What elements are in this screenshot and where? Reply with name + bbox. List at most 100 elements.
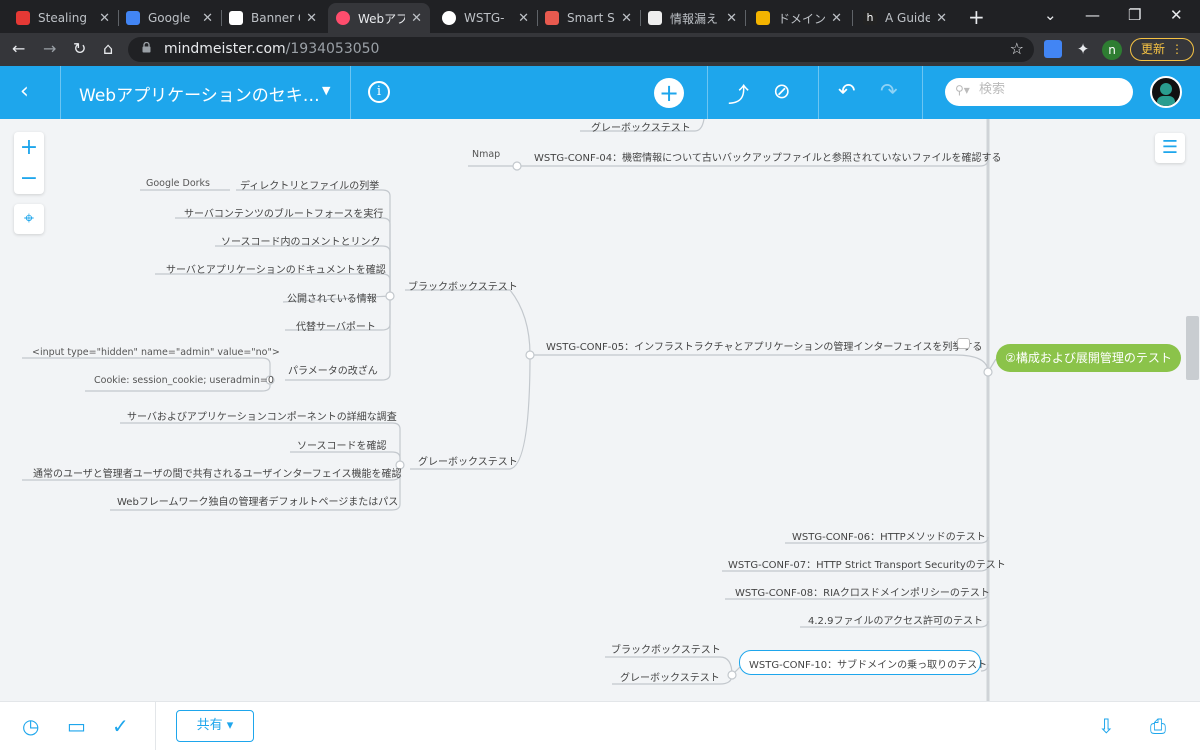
center-map-button[interactable]: ⌖ — [14, 204, 44, 234]
mindmap-topic[interactable]: 代替サーバポート — [296, 318, 376, 333]
mindmap-topic[interactable]: WSTG-CONF-08：RIAクロスドメインポリシーのテスト — [735, 584, 990, 599]
tab-close-icon[interactable]: ✕ — [411, 11, 422, 26]
home-icon[interactable]: ⌂ — [103, 39, 113, 58]
mindmap-topic[interactable]: 公開されている情報 — [287, 290, 377, 305]
user-avatar[interactable] — [1150, 76, 1182, 108]
mindmap-topic[interactable]: 4.2.9ファイルのアクセス許可のテスト — [808, 612, 983, 627]
address-bar[interactable]: mindmeister.com/1934053050 ☆ — [128, 37, 1034, 62]
bottom-toolbar: ◷ ▭ ✓ 共有 ▾ ⇩ ⎙ — [0, 701, 1200, 750]
back-arrow-icon[interactable]: ← — [12, 39, 25, 58]
back-chevron-icon[interactable]: ‹ — [20, 79, 29, 104]
mindmap-topic[interactable]: ブラックボックステスト — [408, 278, 518, 293]
mindmap-topic[interactable]: サーバおよびアプリケーションコンポーネントの詳細な調査 — [127, 408, 397, 423]
map-title[interactable]: Webアプリケーションのセキ… — [79, 81, 320, 106]
header-divider — [922, 66, 923, 119]
tab-close-icon[interactable]: ✕ — [621, 11, 632, 26]
update-button[interactable]: 更新 ⋮ — [1130, 38, 1195, 61]
browser-tab[interactable]: 情報漏え ✕ — [640, 3, 745, 33]
history-icon[interactable]: ◷ — [22, 714, 39, 738]
mindmap-topic[interactable]: グレーボックステスト — [620, 669, 720, 684]
mindmap-topic[interactable]: Webフレームワーク独自の管理者デフォルトページまたはパス — [117, 493, 398, 508]
restore-icon[interactable]: ❐ — [1128, 6, 1141, 24]
cloud-download-icon[interactable]: ⇩ — [1098, 714, 1115, 738]
root-topic[interactable]: ②構成および展開管理のテスト — [996, 344, 1181, 372]
zoom-in-button[interactable]: + — [14, 132, 44, 163]
mindmap-topic[interactable]: サーバとアプリケーションのドキュメントを確認 — [166, 261, 386, 276]
browser-tab[interactable]: ドメインで ✕ — [748, 3, 850, 33]
mindmap-topic[interactable]: ソースコード内のコメントとリンク — [221, 233, 381, 248]
mindmap-canvas[interactable]: グレーボックステスト Nmap WSTG-CONF-04：機密情報について古いバ… — [0, 119, 1200, 701]
print-icon[interactable]: ⎙ — [1150, 714, 1166, 738]
mindmap-topic[interactable]: パラメータの改ざん — [288, 362, 378, 377]
search-input[interactable] — [979, 82, 1119, 97]
browser-tab[interactable]: Banner G ✕ — [221, 3, 325, 33]
browser-toolbar: ← → ↻ ⌂ mindmeister.com/1934053050 ☆ ✦ n… — [0, 33, 1200, 66]
tab-title: A Guide — [885, 11, 931, 25]
mindmap-topic[interactable]: 通常のユーザと管理者ユーザの間で共有されるユーザインターフェイス機能を確認 — [33, 465, 402, 480]
mindmap-topic[interactable]: Cookie: session_cookie; useradmin=0 — [94, 375, 274, 386]
tab-close-icon[interactable]: ✕ — [99, 11, 110, 26]
tab-close-icon[interactable]: ✕ — [202, 11, 213, 26]
tab-close-icon[interactable]: ✕ — [726, 11, 737, 26]
hashnode-icon: h — [863, 11, 877, 25]
info-icon[interactable]: i — [368, 81, 390, 103]
vertical-scrollbar[interactable] — [1186, 316, 1199, 380]
mindmap-topic[interactable]: WSTG-CONF-07：HTTP Strict Transport Secur… — [728, 556, 1006, 571]
tab-close-icon[interactable]: ✕ — [936, 11, 947, 26]
tab-separator — [852, 10, 853, 26]
presentation-monitor-icon[interactable]: ▭ — [67, 714, 86, 738]
mindmap-topic[interactable]: <input type="hidden" name="admin" value=… — [32, 347, 280, 358]
browser-tab[interactable]: Stealing ✕ — [8, 3, 118, 33]
new-tab-button[interactable]: + — [968, 5, 985, 29]
close-window-icon[interactable]: ✕ — [1170, 6, 1183, 24]
browser-tab[interactable]: WSTG- ✕ — [434, 3, 537, 33]
note-icon[interactable] — [957, 338, 970, 349]
forward-arrow-icon[interactable]: → — [43, 39, 56, 58]
profile-avatar[interactable]: n — [1102, 40, 1122, 60]
mindmap-topic[interactable]: Google Dorks — [146, 178, 210, 189]
more-menu-icon: ⋮ — [1171, 42, 1184, 56]
caret-down-icon[interactable]: ▼ — [322, 84, 330, 97]
browser-tab[interactable]: Smart Se ✕ — [537, 3, 640, 33]
mindmap-topic[interactable]: ブラックボックステスト — [611, 641, 721, 656]
crosshair-icon: ⌖ — [23, 208, 35, 229]
browser-tab[interactable]: Google ✕ — [118, 3, 221, 33]
browser-tab[interactable]: h A Guide ✕ — [855, 3, 955, 33]
liso-icon — [648, 11, 662, 25]
share-label: 共有 — [196, 718, 223, 733]
tab-close-icon[interactable]: ✕ — [518, 11, 529, 26]
tab-close-icon[interactable]: ✕ — [306, 11, 317, 26]
mindmap-topic[interactable]: サーバコンテンツのブルートフォースを実行 — [184, 205, 383, 220]
minimize-icon[interactable]: — — [1085, 6, 1100, 24]
share-button[interactable]: 共有 ▾ — [176, 710, 254, 742]
mindmap-topic[interactable]: グレーボックステスト — [418, 453, 518, 468]
mindmap-topic[interactable]: ソースコードを確認 — [297, 437, 387, 452]
tab-search-icon[interactable]: ⌄ — [1044, 6, 1057, 24]
reload-icon[interactable]: ↻ — [73, 39, 86, 58]
undo-icon[interactable]: ↶ — [838, 79, 856, 103]
header-divider — [707, 66, 708, 119]
mindmap-topic[interactable]: WSTG-CONF-05：インフラストラクチャとアプリケーションの管理インターフ… — [546, 338, 982, 353]
selected-topic[interactable]: WSTG-CONF-10：サブドメインの乗っ取りのテスト — [739, 650, 987, 675]
mindmap-topic[interactable]: WSTG-CONF-06：HTTPメソッドのテスト — [792, 528, 986, 543]
mindmap-topic[interactable]: Nmap — [472, 149, 500, 160]
mindmap-topic[interactable]: グレーボックステスト — [591, 119, 691, 134]
bookmark-star-icon[interactable]: ☆ — [1010, 39, 1024, 58]
redo-icon[interactable]: ↷ — [880, 79, 898, 103]
browser-tab-active[interactable]: Webアプリ ✕ — [328, 3, 430, 33]
connect-topics-icon[interactable]: ⤴ — [728, 79, 749, 109]
search-box[interactable]: ⚲▾ — [945, 78, 1133, 106]
zoom-out-button[interactable]: − — [14, 163, 44, 194]
update-label: 更新 — [1141, 42, 1166, 56]
no-entry-icon[interactable]: ⊘ — [773, 79, 791, 103]
mindmap-topic[interactable]: ディレクトリとファイルの列挙 — [240, 177, 379, 192]
extensions-puzzle-icon[interactable]: ✦ — [1074, 40, 1092, 58]
mindmap-topic[interactable]: WSTG-CONF-04：機密情報について古いバックアップファイルと参照されてい… — [534, 149, 1002, 164]
mindmeister-icon — [336, 11, 350, 25]
tab-close-icon[interactable]: ✕ — [831, 11, 842, 26]
add-topic-button[interactable]: + — [654, 78, 684, 108]
header-divider — [60, 66, 61, 119]
google-translate-icon[interactable] — [1044, 40, 1062, 58]
sidebar-menu-button[interactable]: ☰ — [1155, 133, 1185, 163]
checkmark-icon[interactable]: ✓ — [112, 714, 129, 738]
